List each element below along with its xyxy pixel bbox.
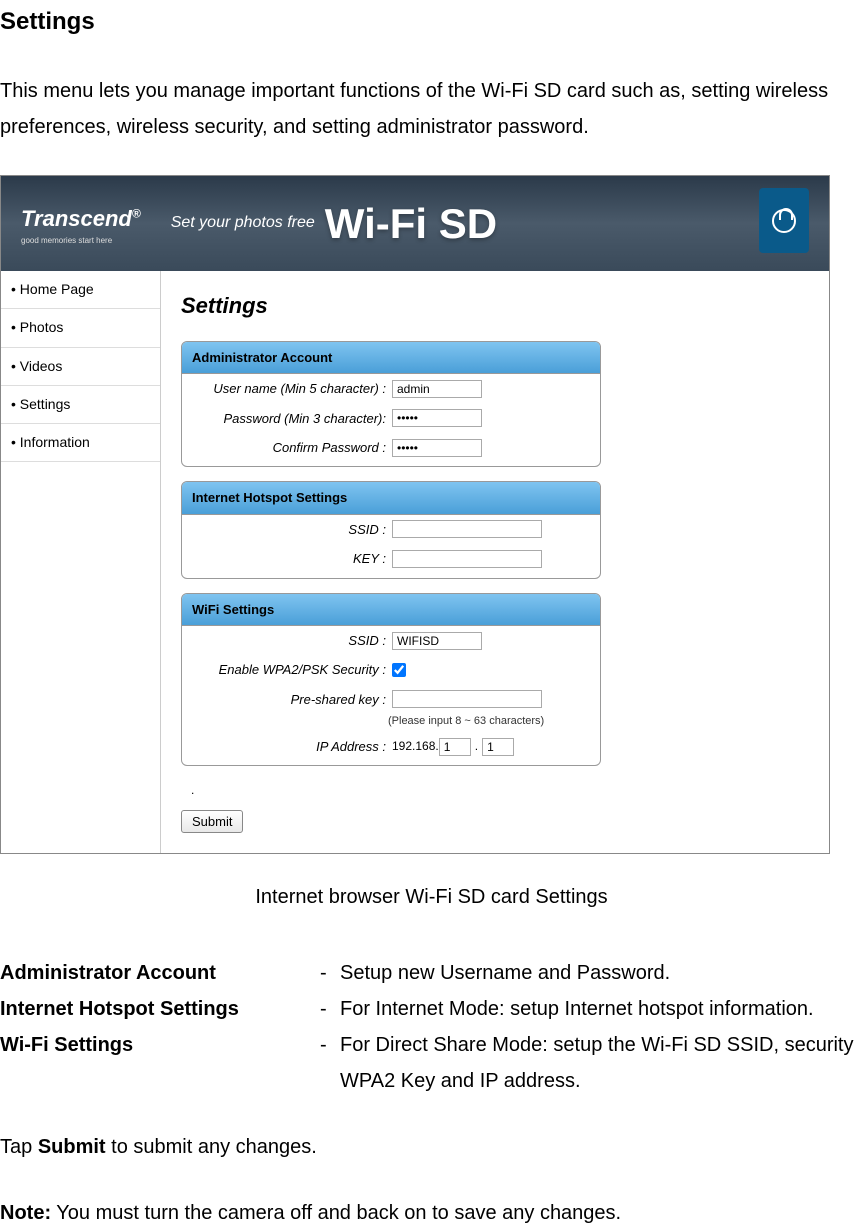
- wifi-security-label: Enable WPA2/PSK Security :: [192, 658, 392, 681]
- sidebar-item-home[interactable]: • Home Page: [1, 271, 160, 309]
- sidebar-item-settings[interactable]: • Settings: [1, 386, 160, 424]
- submit-instruction: Tap Submit to submit any changes.: [0, 1129, 863, 1165]
- desc-hotspot-label: Internet Hotspot Settings: [0, 991, 320, 1027]
- brand-logo: Transcend® good memories start here: [21, 206, 141, 249]
- desc-wifi-text: For Direct Share Mode: setup the Wi-Fi S…: [340, 1027, 863, 1099]
- admin-account-header: Administrator Account: [182, 342, 600, 374]
- hotspot-key-label: KEY :: [192, 547, 392, 570]
- wifi-header: WiFi Settings: [182, 594, 600, 626]
- sd-card-icon: [759, 188, 809, 253]
- wifi-psk-input[interactable]: [392, 690, 542, 708]
- password-label: Password (Min 3 character):: [192, 407, 392, 430]
- hotspot-ssid-input[interactable]: [392, 520, 542, 538]
- settings-content: Settings Administrator Account User name…: [161, 271, 829, 853]
- desc-admin-label: Administrator Account: [0, 955, 320, 991]
- wifi-ip-label: IP Address :: [192, 735, 392, 758]
- hotspot-ssid-label: SSID :: [192, 518, 392, 541]
- screenshot-caption: Internet browser Wi-Fi SD card Settings: [0, 879, 863, 915]
- username-input[interactable]: [392, 380, 482, 398]
- page-title: Settings: [0, 0, 863, 43]
- hotspot-key-input[interactable]: [392, 550, 542, 568]
- banner-product: Wi-Fi SD: [325, 186, 497, 262]
- confirm-password-input[interactable]: [392, 439, 482, 457]
- wifi-ssid-label: SSID :: [192, 629, 392, 652]
- intro-text: This menu lets you manage important func…: [0, 73, 863, 145]
- submit-button[interactable]: Submit: [181, 810, 243, 833]
- banner: Transcend® good memories start here Set …: [1, 176, 829, 271]
- confirm-password-label: Confirm Password :: [192, 436, 392, 459]
- wifi-ip-fourth-input[interactable]: [482, 738, 514, 756]
- sidebar-item-photos[interactable]: • Photos: [1, 309, 160, 347]
- wifi-security-checkbox[interactable]: [392, 663, 406, 677]
- desc-wifi-label: Wi-Fi Settings: [0, 1027, 320, 1099]
- descriptions-table: Administrator Account - Setup new Userna…: [0, 955, 863, 1099]
- admin-account-section: Administrator Account User name (Min 5 c…: [181, 341, 601, 468]
- wifi-section: WiFi Settings SSID : Enable WPA2/PSK Sec…: [181, 593, 601, 767]
- settings-heading: Settings: [181, 286, 809, 326]
- hotspot-section: Internet Hotspot Settings SSID : KEY :: [181, 481, 601, 578]
- password-input[interactable]: [392, 409, 482, 427]
- wifi-ssid-input[interactable]: [392, 632, 482, 650]
- sidebar: • Home Page • Photos • Videos • Settings…: [1, 271, 161, 853]
- hotspot-header: Internet Hotspot Settings: [182, 482, 600, 514]
- username-label: User name (Min 5 character) :: [192, 377, 392, 400]
- desc-hotspot-text: For Internet Mode: setup Internet hotspo…: [340, 991, 863, 1027]
- wifi-ip-third-input[interactable]: [439, 738, 471, 756]
- sidebar-item-videos[interactable]: • Videos: [1, 348, 160, 386]
- note-text: Note: You must turn the camera off and b…: [0, 1195, 863, 1231]
- brand-tagline: good memories start here: [21, 234, 141, 248]
- wifi-ip-prefix: 192.168.: [392, 736, 439, 758]
- wifi-psk-hint: (Please input 8 ~ 63 characters): [388, 712, 600, 732]
- sidebar-item-information[interactable]: • Information: [1, 424, 160, 462]
- settings-screenshot: Transcend® good memories start here Set …: [0, 175, 830, 854]
- banner-slogan: Set your photos free: [171, 209, 315, 238]
- desc-admin-text: Setup new Username and Password.: [340, 955, 863, 991]
- wifi-psk-label: Pre-shared key :: [192, 688, 392, 711]
